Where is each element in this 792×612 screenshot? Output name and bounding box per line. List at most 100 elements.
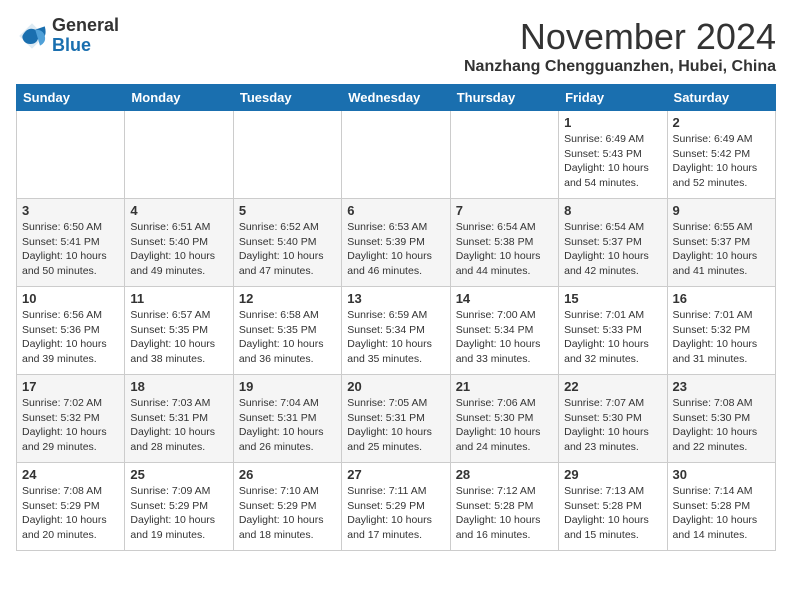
calendar-cell: 28 Sunrise: 7:12 AMSunset: 5:28 PMDayligh…	[450, 463, 558, 551]
weekday-header-thursday: Thursday	[450, 85, 558, 111]
day-info: Sunrise: 6:54 AMSunset: 5:38 PMDaylight:…	[456, 220, 553, 279]
day-number: 19	[239, 379, 336, 394]
day-number: 8	[564, 203, 661, 218]
calendar-cell: 11 Sunrise: 6:57 AMSunset: 5:35 PMDayligh…	[125, 287, 233, 375]
calendar-cell: 7 Sunrise: 6:54 AMSunset: 5:38 PMDaylight…	[450, 199, 558, 287]
calendar-cell: 27Sunrise: 7:11 AMSunset: 5:29 PMDayligh…	[342, 463, 450, 551]
day-info: Sunrise: 6:56 AMSunset: 5:36 PMDaylight:…	[22, 308, 119, 367]
day-info: Sunrise: 7:12 AMSunset: 5:28 PMDaylight:…	[456, 484, 553, 543]
day-number: 25	[130, 467, 227, 482]
calendar-cell: 18Sunrise: 7:03 AMSunset: 5:31 PMDayligh…	[125, 375, 233, 463]
day-info: Sunrise: 6:50 AMSunset: 5:41 PMDaylight:…	[22, 220, 119, 279]
weekday-header-saturday: Saturday	[667, 85, 775, 111]
day-info: Sunrise: 7:14 AMSunset: 5:28 PMDaylight:…	[673, 484, 770, 543]
day-info: Sunrise: 6:54 AMSunset: 5:37 PMDaylight:…	[564, 220, 661, 279]
calendar-cell	[233, 111, 341, 199]
day-number: 10	[22, 291, 119, 306]
day-number: 17	[22, 379, 119, 394]
calendar-cell	[450, 111, 558, 199]
calendar-cell: 6 Sunrise: 6:53 AMSunset: 5:39 PMDaylight…	[342, 199, 450, 287]
day-info: Sunrise: 7:06 AMSunset: 5:30 PMDaylight:…	[456, 396, 553, 455]
calendar-cell: 13 Sunrise: 6:59 AMSunset: 5:34 PMDayligh…	[342, 287, 450, 375]
calendar-cell: 20 Sunrise: 7:05 AMSunset: 5:31 PMDayligh…	[342, 375, 450, 463]
calendar-cell: 26 Sunrise: 7:10 AMSunset: 5:29 PMDayligh…	[233, 463, 341, 551]
calendar-cell: 22Sunrise: 7:07 AMSunset: 5:30 PMDayligh…	[559, 375, 667, 463]
calendar-cell: 29 Sunrise: 7:13 AMSunset: 5:28 PMDayligh…	[559, 463, 667, 551]
calendar-cell: 24Sunrise: 7:08 AMSunset: 5:29 PMDayligh…	[17, 463, 125, 551]
calendar-cell: 12 Sunrise: 6:58 AMSunset: 5:35 PMDayligh…	[233, 287, 341, 375]
day-number: 2	[673, 115, 770, 130]
calendar-cell: 19Sunrise: 7:04 AMSunset: 5:31 PMDayligh…	[233, 375, 341, 463]
week-row-3: 10 Sunrise: 6:56 AMSunset: 5:36 PMDayligh…	[17, 287, 776, 375]
day-number: 28	[456, 467, 553, 482]
day-number: 13	[347, 291, 444, 306]
month-title: November 2024	[464, 16, 776, 58]
day-info: Sunrise: 7:01 AMSunset: 5:33 PMDaylight:…	[564, 308, 661, 367]
day-info: Sunrise: 6:49 AMSunset: 5:43 PMDaylight:…	[564, 132, 661, 191]
day-info: Sunrise: 6:51 AMSunset: 5:40 PMDaylight:…	[130, 220, 227, 279]
day-number: 6	[347, 203, 444, 218]
weekday-header-wednesday: Wednesday	[342, 85, 450, 111]
day-number: 7	[456, 203, 553, 218]
day-number: 12	[239, 291, 336, 306]
calendar-cell: 25 Sunrise: 7:09 AMSunset: 5:29 PMDayligh…	[125, 463, 233, 551]
day-number: 15	[564, 291, 661, 306]
day-number: 20	[347, 379, 444, 394]
calendar-cell: 10 Sunrise: 6:56 AMSunset: 5:36 PMDayligh…	[17, 287, 125, 375]
day-info: Sunrise: 6:59 AMSunset: 5:34 PMDaylight:…	[347, 308, 444, 367]
day-info: Sunrise: 6:53 AMSunset: 5:39 PMDaylight:…	[347, 220, 444, 279]
day-number: 22	[564, 379, 661, 394]
day-info: Sunrise: 6:58 AMSunset: 5:35 PMDaylight:…	[239, 308, 336, 367]
calendar-cell	[125, 111, 233, 199]
weekday-header-monday: Monday	[125, 85, 233, 111]
day-info: Sunrise: 7:09 AMSunset: 5:29 PMDaylight:…	[130, 484, 227, 543]
week-row-5: 24Sunrise: 7:08 AMSunset: 5:29 PMDayligh…	[17, 463, 776, 551]
day-number: 16	[673, 291, 770, 306]
day-info: Sunrise: 7:00 AMSunset: 5:34 PMDaylight:…	[456, 308, 553, 367]
day-number: 30	[673, 467, 770, 482]
calendar-cell: 5Sunrise: 6:52 AMSunset: 5:40 PMDaylight…	[233, 199, 341, 287]
logo-text: General Blue	[52, 16, 119, 56]
week-row-4: 17Sunrise: 7:02 AMSunset: 5:32 PMDayligh…	[17, 375, 776, 463]
day-info: Sunrise: 7:01 AMSunset: 5:32 PMDaylight:…	[673, 308, 770, 367]
day-info: Sunrise: 7:03 AMSunset: 5:31 PMDaylight:…	[130, 396, 227, 455]
calendar-cell: 23Sunrise: 7:08 AMSunset: 5:30 PMDayligh…	[667, 375, 775, 463]
day-number: 5	[239, 203, 336, 218]
calendar-cell: 2 Sunrise: 6:49 AMSunset: 5:42 PMDaylight…	[667, 111, 775, 199]
calendar-cell: 30 Sunrise: 7:14 AMSunset: 5:28 PMDayligh…	[667, 463, 775, 551]
day-info: Sunrise: 7:11 AMSunset: 5:29 PMDaylight:…	[347, 484, 444, 543]
day-info: Sunrise: 6:55 AMSunset: 5:37 PMDaylight:…	[673, 220, 770, 279]
location: Nanzhang Chengguanzhen, Hubei, China	[464, 58, 776, 76]
calendar-cell: 17Sunrise: 7:02 AMSunset: 5:32 PMDayligh…	[17, 375, 125, 463]
day-info: Sunrise: 7:05 AMSunset: 5:31 PMDaylight:…	[347, 396, 444, 455]
calendar-cell: 14 Sunrise: 7:00 AMSunset: 5:34 PMDayligh…	[450, 287, 558, 375]
day-info: Sunrise: 7:10 AMSunset: 5:29 PMDaylight:…	[239, 484, 336, 543]
day-info: Sunrise: 6:57 AMSunset: 5:35 PMDaylight:…	[130, 308, 227, 367]
calendar-cell: 3 Sunrise: 6:50 AMSunset: 5:41 PMDaylight…	[17, 199, 125, 287]
day-info: Sunrise: 7:08 AMSunset: 5:30 PMDaylight:…	[673, 396, 770, 455]
day-number: 26	[239, 467, 336, 482]
weekday-header-tuesday: Tuesday	[233, 85, 341, 111]
day-info: Sunrise: 7:13 AMSunset: 5:28 PMDaylight:…	[564, 484, 661, 543]
weekday-header-friday: Friday	[559, 85, 667, 111]
page-header: General Blue November 2024 Nanzhang Chen…	[16, 16, 776, 76]
day-info: Sunrise: 6:49 AMSunset: 5:42 PMDaylight:…	[673, 132, 770, 191]
calendar-cell: 9Sunrise: 6:55 AMSunset: 5:37 PMDaylight…	[667, 199, 775, 287]
weekday-header-row: SundayMondayTuesdayWednesdayThursdayFrid…	[17, 85, 776, 111]
logo-icon	[16, 20, 48, 52]
day-number: 1	[564, 115, 661, 130]
day-number: 4	[130, 203, 227, 218]
day-number: 11	[130, 291, 227, 306]
day-number: 29	[564, 467, 661, 482]
title-block: November 2024 Nanzhang Chengguanzhen, Hu…	[464, 16, 776, 76]
calendar-cell: 8 Sunrise: 6:54 AMSunset: 5:37 PMDaylight…	[559, 199, 667, 287]
calendar-cell: 1 Sunrise: 6:49 AMSunset: 5:43 PMDaylight…	[559, 111, 667, 199]
calendar-cell: 16 Sunrise: 7:01 AMSunset: 5:32 PMDayligh…	[667, 287, 775, 375]
day-number: 14	[456, 291, 553, 306]
week-row-2: 3 Sunrise: 6:50 AMSunset: 5:41 PMDaylight…	[17, 199, 776, 287]
calendar: SundayMondayTuesdayWednesdayThursdayFrid…	[16, 84, 776, 551]
logo: General Blue	[16, 16, 119, 56]
day-number: 3	[22, 203, 119, 218]
day-info: Sunrise: 7:08 AMSunset: 5:29 PMDaylight:…	[22, 484, 119, 543]
day-number: 21	[456, 379, 553, 394]
